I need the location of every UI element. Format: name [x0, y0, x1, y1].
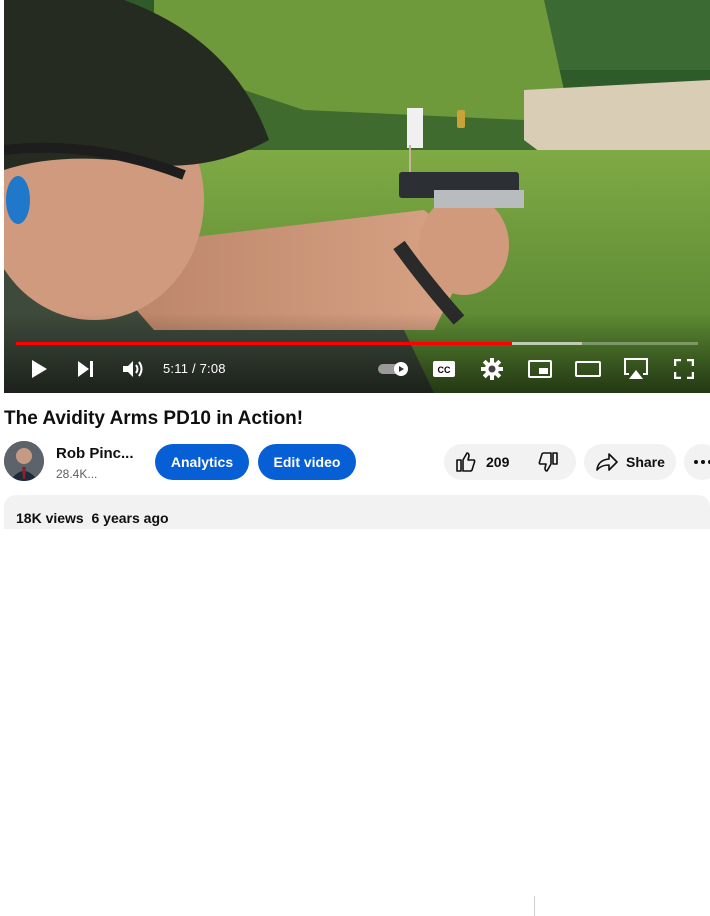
time-display: 5:11 / 7:08 [163, 361, 226, 376]
upload-age: 6 years ago [91, 510, 169, 526]
like-dislike-group: 209 [444, 444, 576, 916]
video-player[interactable]: 5:11 / 7:08 CC [4, 0, 710, 393]
play-icon [32, 360, 47, 378]
share-button[interactable]: Share [584, 444, 676, 480]
video-title: The Avidity Arms PD10 in Action! [4, 408, 304, 429]
more-horizontal-icon [694, 460, 710, 464]
more-actions-button[interactable] [684, 444, 710, 480]
airplay-icon [624, 358, 648, 379]
analytics-button[interactable]: Analytics [155, 444, 249, 480]
theater-icon [575, 361, 601, 377]
description-meta: 18K views 6 years ago [16, 510, 169, 526]
dislike-button[interactable] [536, 444, 576, 480]
controls-overlay [4, 313, 710, 393]
progress-played [16, 342, 512, 345]
share-label: Share [626, 454, 665, 470]
fullscreen-button[interactable] [668, 354, 700, 384]
next-icon [78, 361, 93, 377]
progress-bar[interactable] [16, 342, 698, 345]
thumbs-up-icon [456, 452, 476, 472]
avatar-image [4, 441, 44, 481]
miniplayer-button[interactable] [524, 354, 556, 384]
like-button[interactable]: 209 [444, 444, 534, 480]
subscriber-count: 28.4K... [56, 467, 98, 481]
thumbs-down-icon [538, 452, 558, 472]
miniplayer-icon [528, 360, 552, 378]
autoplay-toggle[interactable] [376, 354, 412, 384]
captions-label: CC [438, 365, 451, 375]
like-divider [534, 896, 535, 916]
autoplay-toggle-icon [378, 362, 408, 376]
captions-icon: CC [433, 361, 455, 377]
mute-button[interactable] [117, 354, 149, 384]
view-count: 18K views [16, 510, 84, 526]
volume-icon [123, 361, 143, 377]
like-count: 209 [486, 454, 510, 470]
share-icon [596, 453, 618, 471]
fullscreen-icon [674, 359, 694, 379]
edit-video-button[interactable]: Edit video [258, 444, 356, 480]
captions-button[interactable]: CC [428, 354, 460, 384]
airplay-button[interactable] [620, 354, 652, 384]
next-button[interactable] [70, 354, 102, 384]
description-box[interactable]: 18K views 6 years ago [4, 495, 710, 529]
settings-button[interactable] [476, 354, 508, 384]
theater-mode-button[interactable] [572, 354, 604, 384]
channel-avatar[interactable] [4, 441, 44, 481]
channel-name[interactable]: Rob Pinc... [56, 445, 136, 462]
settings-icon [481, 358, 503, 380]
play-button[interactable] [23, 354, 55, 384]
